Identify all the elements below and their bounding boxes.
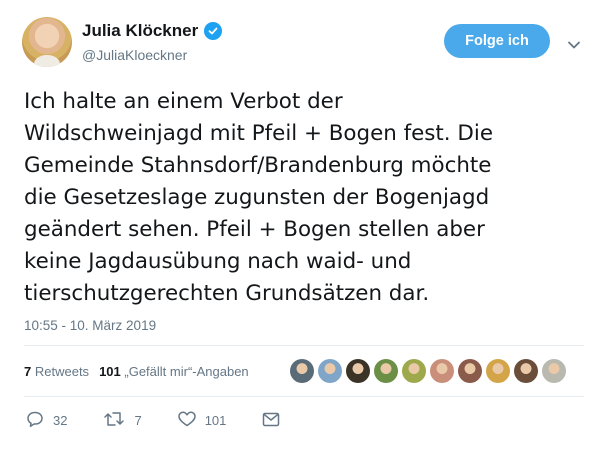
follow-button[interactable]: Folge ich	[444, 24, 550, 58]
like-count: 101	[204, 413, 227, 428]
heart-icon	[177, 411, 196, 430]
like-button[interactable]: 101	[177, 411, 227, 430]
liker-avatar-9[interactable]	[514, 359, 538, 383]
retweet-count: 7	[134, 413, 142, 428]
verified-badge-icon	[204, 22, 223, 40]
envelope-icon	[262, 412, 280, 430]
liker-avatar-5[interactable]	[402, 359, 426, 383]
author-avatar[interactable]	[22, 17, 72, 67]
reply-icon	[26, 410, 44, 431]
retweet-button[interactable]: 7	[103, 410, 142, 431]
liker-avatar-3[interactable]	[346, 359, 370, 383]
tweet-text: Ich halte an einem Verbot der Wildschwei…	[24, 89, 493, 306]
author-handle[interactable]: @JuliaKloeckner	[82, 47, 187, 63]
likes-stat[interactable]: 101 „Gefällt mir“-Angaben	[99, 364, 249, 379]
tweet-timestamp[interactable]: 10:55 - 10. März 2019	[24, 318, 156, 333]
tweet-stats: 7 Retweets 101 „Gefällt mir“-Angaben	[24, 364, 249, 379]
retweet-icon	[103, 410, 125, 431]
retweets-count: 7	[24, 364, 32, 379]
liker-avatar-10[interactable]	[542, 359, 566, 383]
reply-button[interactable]: 32	[26, 410, 67, 431]
liker-avatar-1[interactable]	[290, 359, 314, 383]
retweets-label: Retweets	[34, 364, 90, 379]
chevron-down-icon[interactable]	[567, 37, 581, 55]
likes-label: „Gefällt mir“-Angaben	[124, 364, 249, 379]
liker-avatar-7[interactable]	[458, 359, 482, 383]
author-name-row: Julia Klöckner	[82, 21, 223, 41]
liker-avatar-8[interactable]	[486, 359, 510, 383]
liker-avatar-4[interactable]	[374, 359, 398, 383]
likes-count: 101	[99, 364, 121, 379]
liker-avatar-2[interactable]	[318, 359, 342, 383]
liker-avatar-6[interactable]	[430, 359, 454, 383]
divider	[24, 396, 584, 397]
liker-avatars	[290, 359, 566, 383]
direct-message-button[interactable]	[262, 412, 280, 430]
divider	[24, 345, 584, 346]
author-display-name[interactable]: Julia Klöckner	[82, 21, 198, 41]
retweets-stat[interactable]: 7 Retweets	[24, 364, 89, 379]
tweet-actions: 32 7 101	[26, 410, 316, 431]
reply-count: 32	[53, 413, 68, 428]
